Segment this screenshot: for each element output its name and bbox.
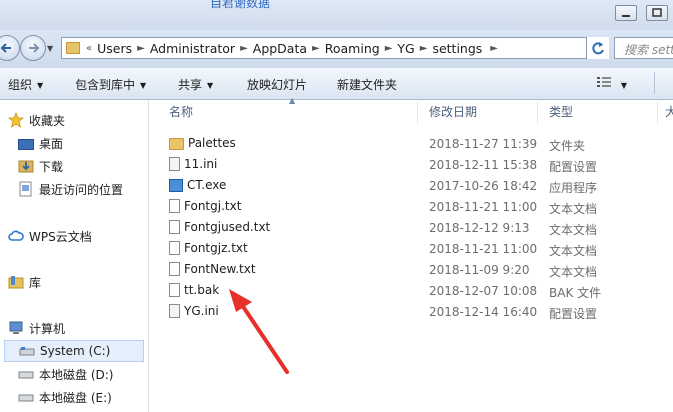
annotation-arrow — [229, 289, 289, 374]
